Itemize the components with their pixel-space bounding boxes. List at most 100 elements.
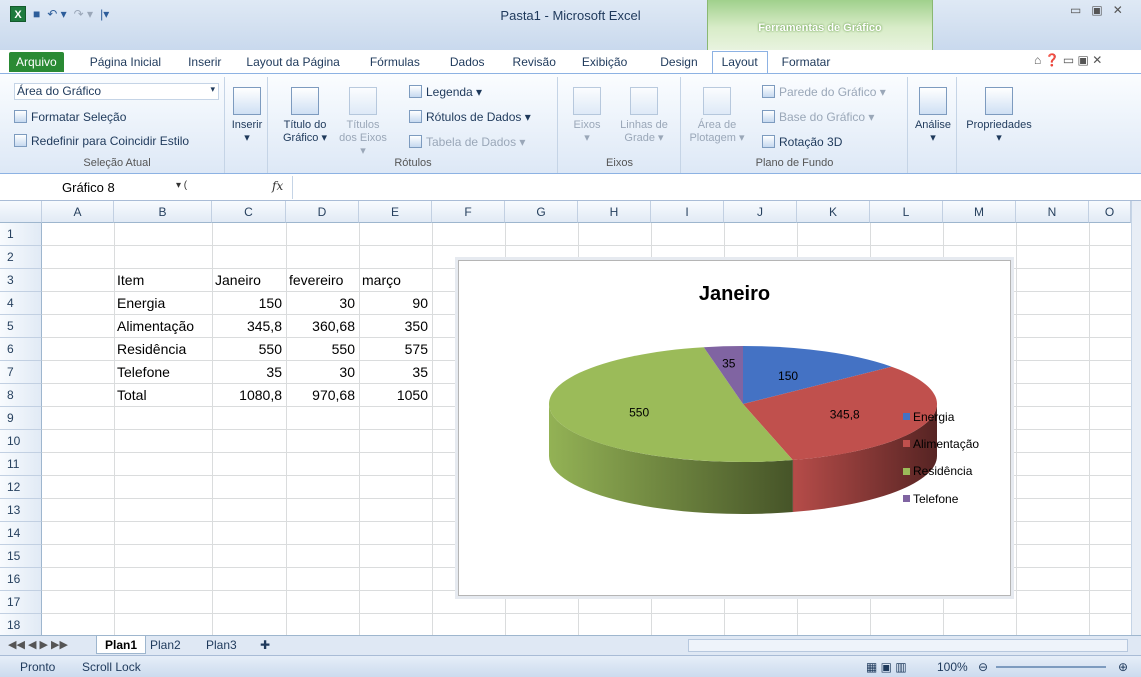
tab-pagina-inicial[interactable]: Página Inicial (81, 52, 170, 72)
cell-item[interactable]: Energia (114, 292, 212, 315)
row-header-18[interactable]: 18 (0, 614, 42, 635)
sheet-tab-plan1[interactable]: Plan1 (96, 636, 147, 654)
row-header-11[interactable]: 11 (0, 453, 42, 476)
cell-value[interactable]: 345,8 (212, 315, 286, 338)
cell-value[interactable]: 970,68 (286, 384, 359, 407)
column-header-i[interactable]: I (651, 201, 724, 223)
sheet-tab-plan3[interactable]: Plan3 (198, 636, 245, 654)
name-box-dropdown-icon[interactable]: ▾ ( (176, 180, 187, 191)
fx-icon[interactable]: fx (272, 179, 283, 193)
legend-item-telefone[interactable]: Telefone (903, 485, 979, 512)
legend-item-residência[interactable]: Residência (903, 458, 979, 485)
column-header-j[interactable]: J (724, 201, 797, 223)
cell-item[interactable]: Telefone (114, 361, 212, 384)
column-header-o[interactable]: O (1089, 201, 1131, 223)
column-header-c[interactable]: C (212, 201, 286, 223)
row-header-8[interactable]: 8 (0, 384, 42, 407)
formula-input[interactable] (292, 176, 1133, 199)
row-header-3[interactable]: 3 (0, 269, 42, 292)
pie-chart[interactable]: Janeiro 150 345,8 550 35 Energia Alimentação… (458, 260, 1011, 596)
tab-arquivo[interactable]: Arquivo (9, 51, 64, 72)
cell-item[interactable]: Total (114, 384, 212, 407)
chart-wall-button[interactable]: Parede do Gráfico ▾ (762, 85, 886, 99)
select-all-corner[interactable] (0, 201, 42, 223)
properties-button[interactable]: Propriedades ▾ (960, 87, 1038, 145)
zoom-level[interactable]: 100% (937, 660, 968, 674)
tab-formatar[interactable]: Formatar (773, 52, 840, 72)
sheet-tab-plan2[interactable]: Plan2 (142, 636, 189, 654)
cell-value[interactable]: 35 (212, 361, 286, 384)
row-header-1[interactable]: 1 (0, 223, 42, 246)
cell-header-fevereiro[interactable]: fevereiro (286, 269, 359, 292)
chart-elements-dropdown[interactable]: Área do Gráfico ▾ (14, 83, 219, 100)
horizontal-scrollbar[interactable] (688, 639, 1128, 652)
row-header-17[interactable]: 17 (0, 591, 42, 614)
cell-value[interactable]: 1050 (359, 384, 432, 407)
data-label-alimentação[interactable]: 345,8 (830, 408, 860, 422)
row-header-6[interactable]: 6 (0, 338, 42, 361)
cell-header-janeiro[interactable]: Janeiro (212, 269, 286, 292)
cell-value[interactable]: 1080,8 (212, 384, 286, 407)
data-label-energia[interactable]: 150 (778, 369, 798, 383)
column-header-k[interactable]: K (797, 201, 870, 223)
sheet-nav-icon[interactable]: ◀◀ ◀ ▶ ▶▶ (8, 638, 68, 651)
row-header-16[interactable]: 16 (0, 568, 42, 591)
maximize-icon[interactable]: ▣ (1091, 3, 1102, 17)
row-header-15[interactable]: 15 (0, 545, 42, 568)
cell-value[interactable]: 360,68 (286, 315, 359, 338)
row-header-2[interactable]: 2 (0, 246, 42, 269)
tab-layout[interactable]: Layout (711, 51, 768, 73)
close-icon[interactable]: ✕ (1113, 3, 1123, 17)
tab-revisao[interactable]: Revisão (504, 52, 565, 72)
row-header-10[interactable]: 10 (0, 430, 42, 453)
cell-value[interactable]: 30 (286, 292, 359, 315)
view-normal-icon[interactable]: ▦ ▣ ▥ (866, 660, 907, 674)
cell-value[interactable]: 550 (286, 338, 359, 361)
column-header-h[interactable]: H (578, 201, 651, 223)
cell-header-marco[interactable]: março (359, 269, 432, 292)
tab-dados[interactable]: Dados (441, 52, 494, 72)
cell-item[interactable]: Alimentação (114, 315, 212, 338)
cell-value[interactable]: 150 (212, 292, 286, 315)
tab-formulas[interactable]: Fórmulas (361, 52, 429, 72)
data-label-residência[interactable]: 550 (629, 405, 649, 419)
tab-layout-da-pagina[interactable]: Layout da Página (237, 52, 348, 72)
axis-titles-button[interactable]: Títulos dos Eixos ▾ (335, 87, 391, 158)
row-header-12[interactable]: 12 (0, 476, 42, 499)
gridlines-button[interactable]: Linhas de Grade ▾ (613, 87, 675, 145)
data-labels-button[interactable]: Rótulos de Dados ▾ (409, 110, 531, 124)
name-box[interactable]: Gráfico 8 ▾ ( (14, 178, 204, 198)
tab-exibicao[interactable]: Exibição (573, 52, 636, 72)
column-header-a[interactable]: A (42, 201, 114, 223)
column-header-m[interactable]: M (943, 201, 1016, 223)
legend-item-energia[interactable]: Energia (903, 403, 979, 430)
chart-floor-button[interactable]: Base do Gráfico ▾ (762, 110, 874, 124)
column-header-n[interactable]: N (1016, 201, 1089, 223)
cell-value[interactable]: 35 (359, 361, 432, 384)
zoom-slider[interactable] (996, 666, 1106, 668)
row-header-13[interactable]: 13 (0, 499, 42, 522)
row-header-9[interactable]: 9 (0, 407, 42, 430)
insert-sheet-icon[interactable]: ✚ (252, 636, 278, 654)
row-header-14[interactable]: 14 (0, 522, 42, 545)
help-icon[interactable]: ⌂ ❓ ▭ ▣ ✕ (1034, 53, 1102, 67)
cell-value[interactable]: 550 (212, 338, 286, 361)
cell-value[interactable]: 350 (359, 315, 432, 338)
analysis-button[interactable]: Análise ▾ (911, 87, 955, 145)
reset-style-button[interactable]: Redefinir para Coincidir Estilo (14, 134, 189, 148)
minimize-icon[interactable]: ▭ (1070, 3, 1081, 17)
axes-button[interactable]: Eixos ▾ (565, 87, 609, 145)
insert-button[interactable]: Inserir ▾ (230, 87, 264, 145)
chart-title-button[interactable]: Título do Gráfico ▾ (277, 87, 333, 145)
cell-value[interactable]: 575 (359, 338, 432, 361)
row-header-7[interactable]: 7 (0, 361, 42, 384)
tab-design[interactable]: Design (651, 52, 706, 72)
cell-item[interactable]: Residência (114, 338, 212, 361)
column-header-f[interactable]: F (432, 201, 505, 223)
column-header-d[interactable]: D (286, 201, 359, 223)
column-header-b[interactable]: B (114, 201, 212, 223)
row-header-4[interactable]: 4 (0, 292, 42, 315)
plot-area-button[interactable]: Área de Plotagem ▾ (686, 87, 748, 145)
zoom-out-icon[interactable]: ⊖ (978, 660, 988, 674)
format-selection-button[interactable]: Formatar Seleção (14, 110, 126, 124)
